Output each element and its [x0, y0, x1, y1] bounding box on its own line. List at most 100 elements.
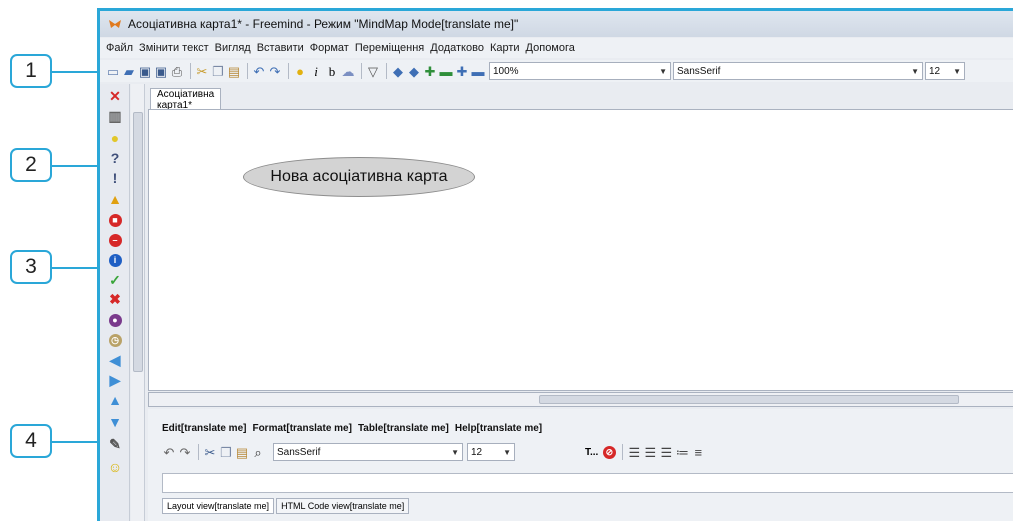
unfold-icon[interactable]: ▬	[471, 64, 485, 78]
stop-icon[interactable]: ■	[107, 212, 123, 228]
copy-icon[interactable]: ❐	[211, 64, 225, 78]
font-size-select[interactable]: 12 ▼	[925, 62, 965, 80]
freemind-logo-icon	[109, 20, 121, 28]
icon-toolbar-scrollbar[interactable]	[131, 84, 145, 521]
callout-1: 1	[10, 54, 52, 88]
question-icon[interactable]: ?	[107, 150, 123, 166]
scrollbar-thumb[interactable]	[133, 112, 143, 372]
align-right-icon[interactable]: ☰	[659, 445, 673, 459]
redo-icon[interactable]: ↷	[268, 64, 282, 78]
root-node-label: Нова асоціативна карта	[270, 168, 448, 185]
cut-icon[interactable]: ✂	[195, 64, 209, 78]
align-left-icon[interactable]: ☰	[627, 445, 641, 459]
toolbar-separator	[247, 63, 248, 79]
print-icon[interactable]: ⎙	[170, 64, 184, 78]
chevron-down-icon: ▼	[659, 66, 667, 76]
font-family-value: SansSerif	[677, 65, 721, 77]
purple-circle-icon[interactable]: ●	[107, 312, 123, 328]
menu-edit-text[interactable]: Змінити текст	[139, 42, 209, 54]
tab-html-code-view[interactable]: HTML Code view[translate me]	[276, 498, 410, 514]
callout-3: 3	[10, 250, 52, 284]
toolbar-separator	[190, 63, 191, 79]
note-text-area[interactable]	[162, 473, 1013, 493]
smiley-icon[interactable]: ☺	[107, 459, 123, 475]
window-title: Асоціативна карта1* - Freemind - Режим "…	[128, 17, 519, 31]
warning-icon[interactable]: ▲	[107, 191, 123, 207]
no-formatting-icon[interactable]: ⊘	[602, 445, 616, 459]
undo-icon[interactable]: ↶	[162, 445, 176, 459]
wrench-icon[interactable]: ✎	[107, 436, 123, 452]
menu-view[interactable]: Вигляд	[215, 42, 251, 54]
save-icon[interactable]: ▣	[138, 64, 152, 78]
chevron-down-icon: ▼	[911, 66, 919, 76]
redo-icon[interactable]: ↷	[178, 445, 192, 459]
font-family-select[interactable]: SansSerif ▼	[673, 62, 923, 80]
menu-format[interactable]: Формат	[310, 42, 349, 54]
zoom-out-icon[interactable]: ▬	[439, 64, 453, 78]
map-canvas[interactable]: Нова асоціативна карта	[148, 109, 1013, 391]
clock-icon[interactable]: ◷	[107, 332, 123, 348]
toolbar-separator	[361, 63, 362, 79]
italic-icon[interactable]: i	[309, 64, 323, 78]
menu-navigate[interactable]: Переміщення	[355, 42, 424, 54]
undo-icon[interactable]: ↶	[252, 64, 266, 78]
map-horizontal-scrollbar[interactable]	[148, 392, 1013, 407]
root-node[interactable]: Нова асоціативна карта	[243, 157, 475, 197]
arrow-right-icon[interactable]: ▶	[107, 372, 123, 388]
bold-icon[interactable]: b	[325, 64, 339, 78]
info-icon[interactable]: i	[107, 252, 123, 268]
filter-icon[interactable]: ▽	[366, 64, 380, 78]
no-entry-icon[interactable]: –	[107, 232, 123, 248]
cut-icon[interactable]: ✂	[203, 445, 217, 459]
zoom-in-icon[interactable]: ✚	[423, 64, 437, 78]
new-icon[interactable]: ▭	[106, 64, 120, 78]
tab-html-code-view-label: HTML Code view[translate me]	[281, 501, 405, 511]
trash-icon[interactable]: ▥	[107, 108, 123, 124]
forward-icon[interactable]: ◆	[407, 64, 421, 78]
editor-menu-format[interactable]: Format[translate me]	[252, 423, 351, 434]
arrow-up-icon[interactable]: ▲	[107, 392, 123, 408]
editor-menu: Edit[translate me] Format[translate me] …	[162, 423, 548, 434]
editor-menu-table[interactable]: Table[translate me]	[358, 423, 449, 434]
menu-insert[interactable]: Вставити	[257, 42, 304, 54]
editor-menu-edit[interactable]: Edit[translate me]	[162, 423, 246, 434]
tab-map[interactable]: Асоціативна карта1*	[150, 88, 222, 111]
callout-2: 2	[10, 148, 52, 182]
editor-menu-help[interactable]: Help[translate me]	[455, 423, 542, 434]
menu-maps[interactable]: Карти	[490, 42, 520, 54]
bulb-icon[interactable]: ●	[107, 130, 123, 146]
editor-toolbar: ↶ ↷ ✂ ❐ ▤ ⌕ SansSerif ▼ 12 ▼ T... ⊘ ☰ ☰ …	[162, 441, 707, 463]
bullet-list-icon[interactable]: ≔	[675, 445, 689, 459]
numbered-list-icon[interactable]: ≡	[691, 445, 705, 459]
align-center-icon[interactable]: ☰	[643, 445, 657, 459]
note-editor: Edit[translate me] Format[translate me] …	[148, 409, 1013, 521]
save-as-icon[interactable]: ▣	[154, 64, 168, 78]
paste-icon[interactable]: ▤	[227, 64, 241, 78]
cross-icon[interactable]: ✖	[107, 291, 123, 307]
copy-icon[interactable]: ❐	[219, 445, 233, 459]
back-icon[interactable]: ◆	[391, 64, 405, 78]
menu-file[interactable]: Файл	[106, 42, 133, 54]
zoom-select[interactable]: 100% ▼	[489, 62, 671, 80]
check-icon[interactable]: ✓	[107, 272, 123, 288]
text-style-label[interactable]: T...	[585, 447, 598, 458]
close-icon[interactable]: ✕	[107, 88, 123, 104]
editor-font-size-select[interactable]: 12 ▼	[467, 443, 515, 461]
menu-tools[interactable]: Додатково	[430, 42, 484, 54]
tab-layout-view[interactable]: Layout view[translate me]	[162, 498, 275, 514]
paste-icon[interactable]: ▤	[235, 445, 249, 459]
editor-font-family-select[interactable]: SansSerif ▼	[273, 443, 463, 461]
bulb-icon[interactable]: ●	[293, 64, 307, 78]
fold-icon[interactable]: ✚	[455, 64, 469, 78]
cloud-icon[interactable]: ☁	[341, 64, 355, 78]
arrow-left-icon[interactable]: ◀	[107, 352, 123, 368]
main-toolbar: ▭ ▰ ▣ ▣ ⎙ ✂ ❐ ▤ ↶ ↷ ● i b ☁ ▽ ◆ ◆ ✚ ▬ ✚ …	[100, 60, 1013, 82]
open-icon[interactable]: ▰	[122, 64, 136, 78]
scrollbar-thumb[interactable]	[539, 395, 959, 404]
menu-help[interactable]: Допомога	[526, 42, 575, 54]
icon-toolbar: ✕ ▥ ● ? ! ▲ ■ – i ✓ ✖ ● ◷ ◀ ▶ ▲ ▼ ✎ ☺	[100, 84, 130, 521]
find-icon[interactable]: ⌕	[251, 445, 265, 459]
callout-4: 4	[10, 424, 52, 458]
exclamation-icon[interactable]: !	[107, 170, 123, 186]
arrow-down-icon[interactable]: ▼	[107, 414, 123, 430]
